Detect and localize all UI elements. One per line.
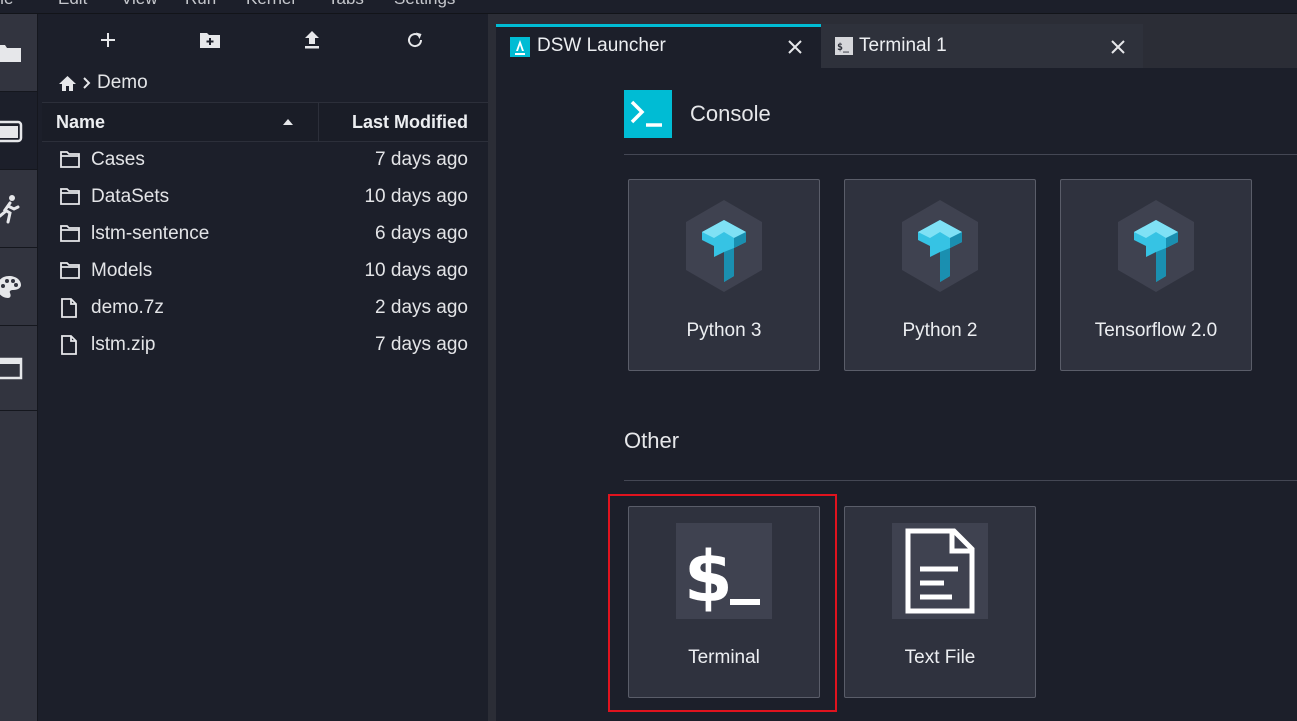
plus-icon bbox=[101, 33, 115, 47]
file-modified: 2 days ago bbox=[375, 297, 468, 318]
breadcrumb: Demo bbox=[58, 70, 148, 96]
upload-button[interactable] bbox=[298, 26, 326, 54]
file-row-lstm-zip[interactable]: lstm.zip 7 days ago bbox=[42, 327, 488, 364]
file-modified: 10 days ago bbox=[364, 260, 468, 281]
menu-settings[interactable]: Settings bbox=[394, 0, 455, 9]
menu-edit[interactable]: Edit bbox=[58, 0, 87, 9]
card-label: Text File bbox=[904, 647, 976, 668]
breadcrumb-folder[interactable]: Demo bbox=[97, 72, 148, 94]
svg-text:$: $ bbox=[684, 536, 733, 618]
file-modified: 6 days ago bbox=[375, 223, 468, 244]
folder-icon bbox=[60, 262, 80, 279]
file-list: Cases 7 days ago DataSets 10 days ago ls… bbox=[42, 142, 488, 364]
folder-icon bbox=[0, 44, 21, 62]
chevron-right-icon bbox=[83, 77, 91, 89]
terminal-tab-icon: $_ bbox=[835, 37, 853, 55]
tensorflow-icon bbox=[686, 200, 762, 292]
other-section-title: Other bbox=[624, 428, 680, 453]
svg-text:$_: $_ bbox=[837, 42, 850, 53]
file-modified: 7 days ago bbox=[375, 149, 468, 170]
close-icon[interactable] bbox=[786, 38, 804, 56]
other-section-divider bbox=[624, 480, 1297, 481]
launcher-panel: Console Python 3 Python 2 Tensorflow 2.0… bbox=[496, 68, 1297, 721]
running-icon bbox=[0, 194, 19, 223]
launcher-card-python-2[interactable]: Python 2 bbox=[844, 179, 1036, 371]
refresh-button[interactable] bbox=[401, 26, 429, 54]
file-row-lstm-sentence[interactable]: lstm-sentence 6 days ago bbox=[42, 216, 488, 253]
new-launcher-button[interactable] bbox=[94, 26, 122, 54]
folder-icon bbox=[60, 225, 80, 242]
file-row-models[interactable]: Models 10 days ago bbox=[42, 253, 488, 290]
file-name: lstm.zip bbox=[91, 334, 156, 355]
tabs-icon bbox=[0, 357, 22, 380]
card-label: Python 3 bbox=[686, 320, 762, 341]
launcher-card-tensorflow-2[interactable]: Tensorflow 2.0 bbox=[1060, 179, 1252, 371]
menu-file[interactable]: File bbox=[0, 0, 13, 9]
folder-icon bbox=[60, 151, 80, 168]
tensorflow-icon bbox=[1118, 200, 1194, 292]
tensorflow-icon bbox=[902, 200, 978, 292]
last-modified-column-header[interactable]: Last Modified bbox=[320, 103, 488, 141]
text-file-icon bbox=[892, 523, 988, 619]
file-name: demo.7z bbox=[91, 297, 164, 318]
new-folder-button[interactable] bbox=[196, 26, 224, 54]
file-icon bbox=[61, 298, 77, 318]
palette-icon bbox=[0, 275, 21, 298]
card-label: Tensorflow 2.0 bbox=[1094, 320, 1218, 341]
menu-run[interactable]: Run bbox=[185, 0, 216, 9]
console-icon bbox=[624, 90, 672, 138]
activity-files-button[interactable] bbox=[0, 14, 37, 92]
panel-splitter[interactable] bbox=[488, 14, 496, 721]
terminal-icon: $ bbox=[676, 523, 772, 619]
launcher-card-python-3[interactable]: Python 3 bbox=[628, 179, 820, 371]
console-section-header: Console bbox=[624, 90, 771, 138]
activity-commands-button[interactable] bbox=[0, 248, 37, 326]
launcher-card-terminal[interactable]: $ Terminal bbox=[628, 506, 820, 698]
launcher-icon bbox=[510, 37, 530, 57]
menu-bar: File Edit View Run Kernel Tabs Settings bbox=[0, 0, 1297, 14]
menu-tabs[interactable]: Tabs bbox=[328, 0, 364, 9]
activity-running-button[interactable] bbox=[0, 170, 37, 248]
file-name: Cases bbox=[91, 149, 145, 170]
name-column-label: Name bbox=[56, 111, 106, 132]
file-name: Models bbox=[91, 260, 153, 281]
activity-file-browser-button[interactable] bbox=[0, 92, 37, 170]
file-modified: 10 days ago bbox=[364, 186, 468, 207]
file-name: DataSets bbox=[91, 186, 170, 207]
console-section-title: Console bbox=[690, 101, 771, 126]
file-modified: 7 days ago bbox=[375, 334, 468, 355]
file-row-demo-7z[interactable]: demo.7z 2 days ago bbox=[42, 290, 488, 327]
upload-icon bbox=[305, 31, 319, 49]
console-section-divider bbox=[624, 154, 1297, 155]
activity-bar bbox=[0, 14, 38, 721]
file-row-cases[interactable]: Cases 7 days ago bbox=[42, 142, 488, 179]
activity-tabs-button[interactable] bbox=[0, 326, 37, 411]
file-icon bbox=[61, 335, 77, 355]
card-label: Terminal bbox=[688, 647, 760, 668]
other-section-header: Other bbox=[624, 428, 679, 454]
name-column-header[interactable]: Name bbox=[42, 103, 319, 141]
tab-label: Terminal 1 bbox=[859, 35, 947, 56]
last-modified-column-label: Last Modified bbox=[352, 111, 468, 132]
folder-tab-icon bbox=[0, 120, 22, 142]
tab-label: DSW Launcher bbox=[537, 35, 666, 56]
refresh-icon bbox=[408, 32, 423, 48]
launcher-card-text-file[interactable]: Text File bbox=[844, 506, 1036, 698]
file-list-header: Name Last Modified bbox=[42, 102, 488, 142]
close-icon[interactable] bbox=[1109, 38, 1127, 56]
card-label: Python 2 bbox=[902, 320, 978, 341]
file-browser-panel: Demo Name Last Modified Cases 7 days ago bbox=[38, 14, 488, 721]
folder-icon bbox=[60, 188, 80, 205]
new-folder-icon bbox=[200, 33, 220, 48]
home-icon[interactable] bbox=[58, 75, 77, 92]
menu-view[interactable]: View bbox=[121, 0, 158, 9]
file-row-datasets[interactable]: DataSets 10 days ago bbox=[42, 179, 488, 216]
file-name: lstm-sentence bbox=[91, 223, 210, 244]
sort-ascending-icon bbox=[283, 119, 293, 125]
file-browser-toolbar bbox=[38, 14, 488, 64]
menu-kernel[interactable]: Kernel bbox=[246, 0, 295, 9]
